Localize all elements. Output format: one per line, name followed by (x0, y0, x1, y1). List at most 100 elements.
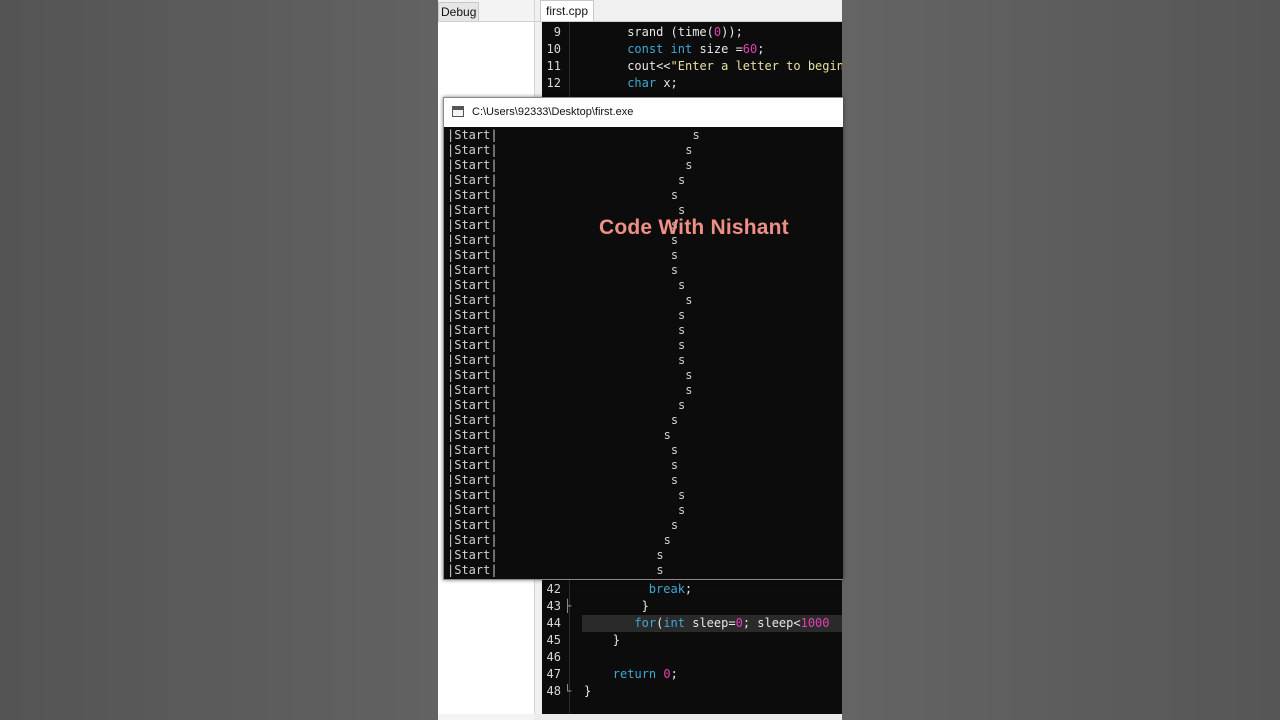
start-label: |Start| (447, 173, 498, 187)
console-line: |Start| s (444, 383, 843, 398)
line-number: 12 (546, 76, 561, 90)
code-text: break; (649, 581, 692, 598)
start-label: |Start| (447, 143, 498, 157)
marker-char: s (670, 473, 679, 487)
code-line: 11 cout<<"Enter a letter to begin (542, 58, 842, 75)
code-text: } (613, 632, 620, 649)
console-title: C:\Users\92333\Desktop\first.exe (472, 106, 634, 118)
console-line: |Start| s (444, 308, 843, 323)
code-text: for(int sleep=0; sleep<1000 (634, 615, 829, 632)
code-line: 45} (542, 632, 842, 649)
code-token: } (641, 599, 649, 613)
start-label: |Start| (447, 488, 498, 502)
line-number: 42 (546, 582, 561, 596)
start-label: |Start| (447, 383, 498, 397)
code-token: sleep= (685, 616, 736, 630)
code-text: return 0; (613, 666, 678, 683)
code-token: ; (670, 667, 678, 681)
console-line: |Start| s (444, 278, 843, 293)
code-token: int (663, 616, 685, 630)
code-text: char x; (627, 75, 678, 92)
code-line: 43 ├} (542, 598, 842, 615)
marker-char: s (678, 338, 686, 352)
code-line: 10 const int size =60; (542, 41, 842, 58)
code-text: } (584, 683, 591, 700)
marker-char: s (685, 293, 693, 307)
code-text: } (642, 598, 649, 615)
console-line: |Start| s (444, 263, 843, 278)
start-label: |Start| (447, 203, 498, 217)
console-app-icon (452, 106, 464, 117)
console-line: |Start| s (444, 368, 843, 383)
fold-marker[interactable]: └ (564, 683, 571, 700)
console-line: |Start| s (444, 188, 843, 203)
marker-char: s (656, 578, 663, 579)
line-number: 44 (546, 616, 561, 630)
code-token: break (648, 582, 685, 596)
file-tab-first-cpp[interactable]: first.cpp (540, 0, 595, 21)
start-label: |Start| (447, 413, 498, 427)
start-label: |Start| (447, 293, 498, 307)
console-line: |Start| s (444, 533, 843, 548)
console-line: |Start| s (444, 428, 843, 443)
start-label: |Start| (447, 308, 498, 322)
code-token: srand (time( (627, 25, 714, 39)
marker-char: s (685, 158, 693, 172)
start-label: |Start| (447, 443, 498, 457)
line-number: 46 (546, 650, 561, 664)
start-label: |Start| (447, 323, 498, 337)
start-label: |Start| (447, 188, 498, 202)
console-window[interactable]: C:\Users\92333\Desktop\first.exe |Start|… (443, 97, 843, 580)
code-line: 46 (542, 649, 842, 666)
code-token: ; (757, 42, 765, 56)
code-token: 0 (735, 616, 743, 630)
code-line: 42 break; (542, 581, 842, 598)
console-line: |Start| s (444, 338, 843, 353)
fold-marker[interactable]: ├ (564, 598, 571, 615)
code-token: ; (684, 582, 693, 596)
marker-char: s (670, 188, 679, 202)
code-token: 1000 (800, 616, 830, 630)
marker-char: s (678, 278, 686, 292)
code-line: 47 return 0; (542, 666, 842, 683)
code-text: const int size =60; (627, 41, 764, 58)
start-label: |Start| (447, 368, 498, 382)
code-token: x; (656, 76, 678, 90)
line-number: 48 (546, 684, 561, 698)
marker-char: s (685, 383, 693, 397)
debug-tab[interactable]: Debug (438, 2, 480, 21)
start-label: |Start| (447, 518, 498, 532)
console-line: |Start| s (444, 548, 843, 563)
ide-bottom-edge (534, 714, 842, 720)
marker-char: s (678, 173, 686, 187)
code-text: cout<<"Enter a letter to begin (627, 58, 842, 75)
code-token: ; sleep< (742, 616, 801, 630)
start-label: |Start| (447, 398, 498, 412)
line-number: 47 (546, 667, 561, 681)
line-number: 45 (546, 633, 561, 647)
console-line: |Start| s (444, 443, 843, 458)
console-line: |Start| s (444, 158, 843, 173)
console-line: |Start| s (444, 518, 843, 533)
start-label: |Start| (447, 263, 498, 277)
marker-char: s (656, 548, 664, 562)
line-number: 11 (546, 59, 561, 73)
start-label: |Start| (447, 248, 498, 262)
console-line: |Start| s (444, 248, 843, 263)
left-backdrop (0, 0, 438, 720)
console-title-bar[interactable]: C:\Users\92333\Desktop\first.exe (444, 98, 843, 127)
marker-char: s (663, 428, 671, 442)
code-token: size = (692, 42, 743, 56)
start-label: |Start| (447, 233, 498, 247)
code-token: )); (721, 25, 743, 39)
console-line: |Start| s (444, 143, 843, 158)
marker-char: s (670, 413, 679, 427)
console-line: |Start| s (444, 503, 843, 518)
start-label: |Start| (447, 578, 498, 579)
marker-char: s (678, 398, 686, 412)
start-label: |Start| (447, 563, 498, 577)
start-label: |Start| (447, 533, 498, 547)
marker-char: s (656, 563, 664, 577)
start-label: |Start| (447, 338, 498, 352)
console-line: |Start| s (444, 488, 843, 503)
